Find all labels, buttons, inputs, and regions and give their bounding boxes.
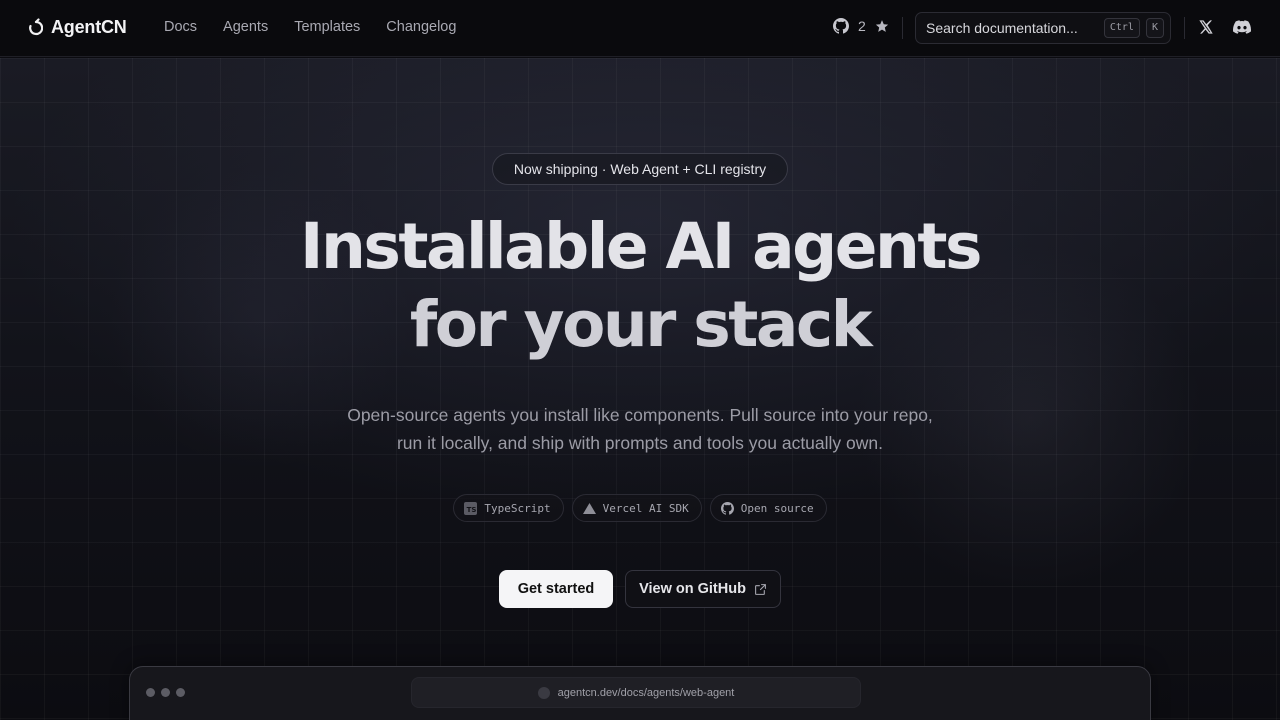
site-favicon-icon xyxy=(537,686,550,699)
search-placeholder: Search documentation... xyxy=(926,20,1078,36)
button-label: View on GitHub xyxy=(639,581,746,597)
window-controls xyxy=(146,688,185,697)
chip-vercel-ai-sdk: Vercel AI SDK xyxy=(571,494,702,522)
discord-link[interactable] xyxy=(1233,19,1252,40)
nav-link-agents[interactable]: Agents xyxy=(223,19,268,35)
window-dot-maximize xyxy=(176,688,185,697)
chip-label: TypeScript xyxy=(484,501,551,515)
view-on-github-button[interactable]: View on GitHub xyxy=(625,570,781,608)
search-input[interactable]: Search documentation... Ctrl K xyxy=(915,12,1171,44)
typescript-icon: TS xyxy=(464,501,478,515)
github-stars-link[interactable]: 2 xyxy=(833,18,889,34)
preview-url-bar: agentcn.dev/docs/agents/web-agent xyxy=(411,677,861,708)
chip-typescript: TS TypeScript xyxy=(453,494,564,522)
nav-links: Docs Agents Templates Changelog xyxy=(164,19,456,35)
hero-headline: Installable AI agents for your stack xyxy=(0,208,1280,364)
agentcn-logo-icon xyxy=(29,17,43,35)
brand-name: AgentCN xyxy=(51,17,127,37)
nav-link-changelog[interactable]: Changelog xyxy=(386,19,456,35)
github-icon xyxy=(833,18,849,34)
browser-preview-window: agentcn.dev/docs/agents/web-agent xyxy=(129,666,1151,720)
star-icon xyxy=(875,20,888,32)
window-dot-minimize xyxy=(161,688,170,697)
external-link-icon xyxy=(755,583,766,595)
nav-link-templates[interactable]: Templates xyxy=(294,19,360,35)
x-twitter-link[interactable] xyxy=(1198,19,1214,40)
discord-icon xyxy=(1233,20,1252,34)
github-icon xyxy=(720,501,734,515)
top-navbar: AgentCN Docs Agents Templates Changelog … xyxy=(0,0,1280,57)
divider xyxy=(902,17,903,39)
hero-subtext: Open-source agents you install like comp… xyxy=(347,405,933,453)
x-logo-icon xyxy=(1199,20,1213,34)
chip-label: Vercel AI SDK xyxy=(602,501,689,515)
window-dot-close xyxy=(146,688,155,697)
chip-open-source: Open source xyxy=(709,494,827,522)
chip-label: Open source xyxy=(740,501,814,515)
headline-line-1: Installable AI agents xyxy=(300,210,982,283)
get-started-button[interactable]: Get started xyxy=(499,570,613,608)
kbd-ctrl: Ctrl xyxy=(1103,18,1140,38)
kbd-k: K xyxy=(1145,18,1164,38)
announcement-pill[interactable]: Now shipping · Web Agent + CLI registry xyxy=(492,153,788,185)
divider xyxy=(1184,17,1185,39)
brand-logo-link[interactable]: AgentCN xyxy=(27,17,127,38)
preview-url: agentcn.dev/docs/agents/web-agent xyxy=(557,686,735,699)
announcement-text: Now shipping · Web Agent + CLI registry xyxy=(513,161,767,177)
github-star-count: 2 xyxy=(858,18,866,34)
vercel-triangle-icon xyxy=(582,502,596,514)
hero-section: Now shipping · Web Agent + CLI registry … xyxy=(0,58,1280,720)
headline-line-2: for your stack xyxy=(409,288,873,361)
tech-chips: TS TypeScript Vercel AI SDK Open source xyxy=(0,494,1280,522)
nav-link-docs[interactable]: Docs xyxy=(164,19,197,35)
